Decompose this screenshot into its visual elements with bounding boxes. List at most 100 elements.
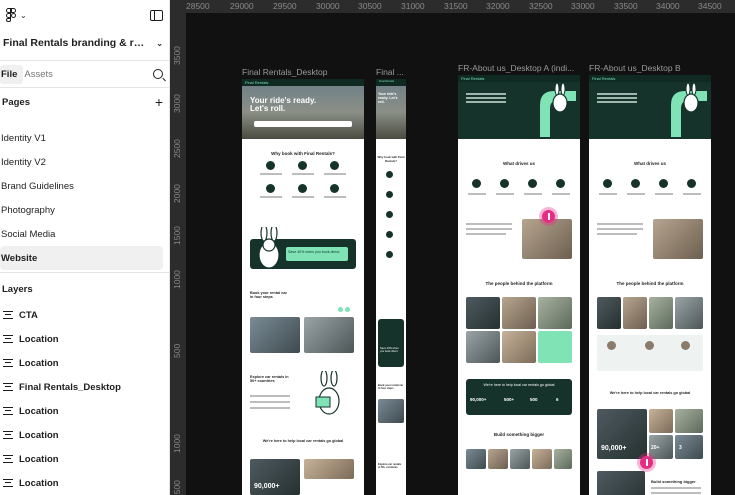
tab-assets[interactable]: Assets xyxy=(23,69,61,80)
page-item-website[interactable]: Website xyxy=(0,246,163,270)
top-bar: ⌄ xyxy=(0,0,169,30)
add-page-icon[interactable]: + xyxy=(155,94,163,110)
step-photo xyxy=(250,317,300,353)
section-title: We're here to help local car rentals go … xyxy=(609,391,691,395)
frame-final-mobile[interactable]: Final Rentals Your ride's ready. Let's r… xyxy=(376,79,406,495)
section-title: Why book with Final Rentals? xyxy=(271,151,335,156)
layer-item[interactable]: Location xyxy=(0,471,169,495)
chevron-down-icon: ⌄ xyxy=(156,38,163,48)
feature-icon xyxy=(528,179,537,188)
page-item-identity-v2[interactable]: Identity V2 xyxy=(0,150,163,174)
feature-icon xyxy=(603,179,612,188)
frame-label[interactable]: Final ... xyxy=(376,67,404,77)
feature-icon xyxy=(631,179,640,188)
ruler-tick-label: 33000 xyxy=(571,1,595,11)
ruler-tick-label: 2000 xyxy=(172,184,182,203)
photo xyxy=(522,219,572,259)
layers-list: CTA Location Location Final Rentals_Desk… xyxy=(0,303,169,495)
section-title: The people behind the platform xyxy=(485,281,553,286)
frame-about-us-a[interactable]: Final Rentals What drives us The people … xyxy=(458,75,580,495)
person-photo xyxy=(675,297,703,329)
page-item-identity-v1[interactable]: Identity V1 xyxy=(0,126,163,150)
ruler-tick-label: 30500 xyxy=(358,1,382,11)
photo xyxy=(597,471,645,495)
layers-header: Layers xyxy=(0,275,169,303)
layer-item[interactable]: Location xyxy=(0,423,169,447)
pages-heading: Pages xyxy=(2,96,30,108)
text-line xyxy=(683,193,701,195)
section-title: Why book with Final Rentals? xyxy=(377,155,405,163)
toggle-sidebar-icon[interactable] xyxy=(150,9,163,21)
person-photo xyxy=(502,331,536,363)
search-icon[interactable] xyxy=(153,69,163,79)
photo xyxy=(653,219,703,259)
collaborator-cursor-icon xyxy=(542,210,555,223)
save-banner xyxy=(378,319,404,367)
frame-label[interactable]: FR-About us_Desktop A (indi... xyxy=(458,63,574,73)
layer-item[interactable]: Final Rentals_Desktop xyxy=(0,375,169,399)
frame-label[interactable]: FR-About us_Desktop B xyxy=(589,63,681,73)
layer-label: Location xyxy=(19,453,59,465)
person-photo xyxy=(623,297,647,329)
tab-file[interactable]: File xyxy=(0,64,24,84)
section-title: Book your rental car in four steps xyxy=(250,291,287,299)
carousel-prev-icon[interactable] xyxy=(338,307,343,312)
ruler-tick-label: 34000 xyxy=(656,1,680,11)
section-title: Build something bigger xyxy=(651,479,696,484)
feature-icon xyxy=(659,179,668,188)
photo xyxy=(532,449,552,469)
brand-f-shape-icon xyxy=(671,83,707,137)
file-name-button[interactable]: Final Rentals branding & rol... ⌄ xyxy=(0,30,169,56)
feature-icon xyxy=(266,184,275,193)
collaborator-cursor-icon xyxy=(640,456,653,469)
frame-final-rentals-desktop[interactable]: Final Rentals Your ride's ready. Let's r… xyxy=(242,79,364,495)
feature-icon xyxy=(330,161,339,170)
frame-layer-icon xyxy=(3,430,13,440)
frame-about-us-b[interactable]: Final Rentals What drives us The people … xyxy=(589,75,711,495)
page-item-brand-guidelines[interactable]: Brand Guidelines xyxy=(0,174,163,198)
carousel-next-icon[interactable] xyxy=(345,307,350,312)
stat-value: 500+ xyxy=(504,397,515,402)
frame-layer-icon xyxy=(3,406,13,416)
text-line xyxy=(524,193,542,195)
ruler-tick-label: 1500 xyxy=(172,480,182,495)
layer-item[interactable]: Location xyxy=(0,447,169,471)
layer-item[interactable]: Location xyxy=(0,327,169,351)
photo xyxy=(649,409,673,433)
text-line xyxy=(292,196,314,198)
layer-item[interactable]: Location xyxy=(0,399,169,423)
photo xyxy=(488,449,508,469)
divider xyxy=(0,272,169,273)
page-item-social-media[interactable]: Social Media xyxy=(0,222,163,246)
section-title: Build something bigger xyxy=(493,432,545,437)
brand-f-shape-icon xyxy=(540,83,576,137)
layer-item[interactable]: Location xyxy=(0,351,169,375)
site-nav: Final Rentals xyxy=(589,75,711,82)
feature-icon xyxy=(266,161,275,170)
feature-icon xyxy=(386,211,393,218)
stat-value: 6 xyxy=(556,397,559,402)
text-line xyxy=(599,193,617,195)
text-line xyxy=(250,407,290,409)
text-line xyxy=(468,193,486,195)
text-line xyxy=(651,492,701,494)
page-item-photography[interactable]: Photography xyxy=(0,198,163,222)
step-photo xyxy=(304,317,354,353)
canvas-area[interactable]: Final Rentals_Desktop Final Rentals Your… xyxy=(186,13,735,495)
section-title: What drives us xyxy=(633,161,666,166)
layer-item[interactable]: CTA xyxy=(0,303,169,327)
text-line xyxy=(250,395,290,397)
brand-name: Final Rentals xyxy=(461,76,485,81)
section-title: We're here to help local car rentals go … xyxy=(262,439,344,443)
frame-layer-icon xyxy=(3,478,13,488)
text-line xyxy=(597,228,643,230)
feature-icon xyxy=(386,231,393,238)
text-line xyxy=(466,233,506,235)
photo xyxy=(510,449,530,469)
ruler-tick-label: 2500 xyxy=(172,139,182,158)
canvas[interactable]: 28500 29000 29500 30000 30500 31000 3150… xyxy=(170,0,735,495)
main-menu-button[interactable]: ⌄ xyxy=(6,8,27,22)
photo xyxy=(554,449,572,469)
text-line xyxy=(466,228,512,230)
frame-label[interactable]: Final Rentals_Desktop xyxy=(242,67,328,77)
